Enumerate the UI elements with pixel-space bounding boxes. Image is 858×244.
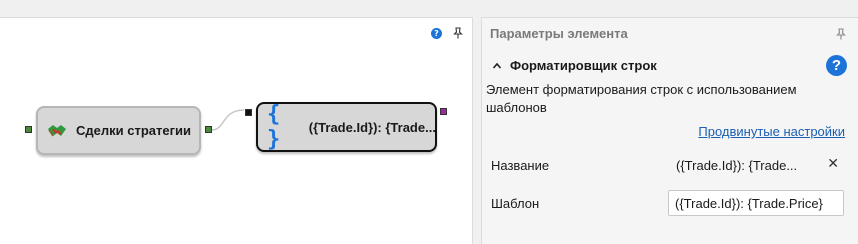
template-input[interactable]	[668, 190, 844, 216]
pin-icon[interactable]	[835, 28, 847, 40]
panel-title: Параметры элемента	[490, 26, 628, 41]
formatter-input-socket[interactable]	[245, 109, 252, 116]
help-icon[interactable]: ?	[826, 55, 847, 76]
section-header[interactable]: Форматировщик строк	[492, 58, 657, 73]
node-strategy-trades[interactable]: Сделки стратегии	[36, 106, 201, 155]
handshake-icon	[48, 124, 66, 136]
trades-input-socket[interactable]	[25, 126, 32, 133]
name-value[interactable]: ({Trade.Id}): {Trade...	[676, 158, 796, 173]
name-label: Название	[491, 158, 550, 173]
curly-braces-icon: { }	[267, 102, 280, 152]
properties-panel: Параметры элемента Форматировщик строк ?…	[481, 17, 858, 244]
diagram-canvas[interactable]: ? Сделки стратегии { } ({Trade.Id}): {Tr…	[0, 17, 473, 244]
node-label: ({Trade.Id}): {Trade...	[308, 119, 435, 135]
trades-output-socket[interactable]	[205, 126, 212, 133]
chevron-up-icon[interactable]	[492, 61, 502, 71]
node-string-formatter[interactable]: { } ({Trade.Id}): {Trade...	[256, 102, 437, 152]
template-label: Шаблон	[491, 196, 540, 211]
help-icon[interactable]: ?	[431, 27, 442, 39]
formatter-output-socket[interactable]	[440, 108, 447, 115]
section-title: Форматировщик строк	[510, 58, 657, 73]
element-description: Элемент форматирования строк с использов…	[486, 82, 797, 115]
node-label: Сделки стратегии	[76, 123, 192, 138]
advanced-settings-link[interactable]: Продвинутые настройки	[698, 124, 845, 139]
canvas-toolbar: ?	[431, 27, 464, 39]
pin-icon[interactable]	[452, 27, 464, 39]
clear-icon[interactable]: ✕	[827, 156, 839, 172]
